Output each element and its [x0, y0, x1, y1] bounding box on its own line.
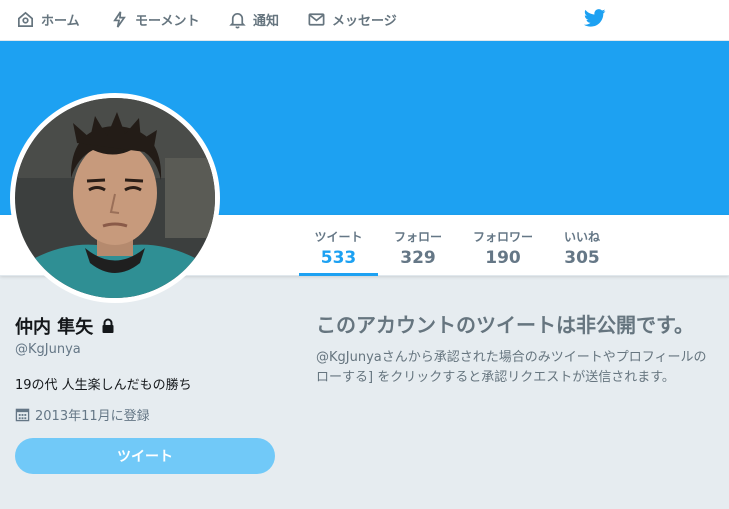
nav-home[interactable]: ホーム [16, 0, 80, 38]
stat-likes[interactable]: いいね 305 [552, 215, 612, 276]
profile-joined: 2013年11月に登録 [15, 405, 150, 424]
avatar-photo [15, 98, 215, 298]
home-icon [17, 11, 34, 27]
stat-tweets-value: 533 [320, 248, 357, 268]
stat-likes-value: 305 [564, 248, 600, 268]
lock-icon [102, 318, 114, 333]
twitter-bird-icon[interactable] [584, 9, 606, 27]
stat-tweets-label: ツイート [314, 230, 363, 244]
envelope-icon [308, 12, 325, 26]
stat-likes-label: いいね [563, 230, 600, 244]
protected-title: このアカウントのツイートは非公開です。 [316, 313, 694, 337]
top-navigation: ホーム モーメント 通知 メッセージ [0, 0, 729, 41]
stat-tweets[interactable]: ツイート 533 [299, 215, 378, 276]
profile-name-text: 仲内 隼矢 [15, 317, 94, 338]
calendar-icon [15, 408, 30, 422]
bell-icon [229, 12, 246, 28]
nav-messages-label: メッセージ [332, 13, 397, 29]
stat-followers-label: フォロワー [472, 230, 533, 244]
lightning-icon [113, 10, 126, 28]
protected-message-line-2: ローする] をクリックすると承認リクエストが送信されます。 [316, 370, 675, 385]
profile-handle[interactable]: @KgJunya [15, 342, 81, 357]
stat-following-value: 329 [400, 248, 436, 268]
profile-bio: 19の代 人生楽しんだもの勝ち [15, 378, 192, 393]
stat-followers[interactable]: フォロワー 190 [464, 215, 542, 276]
nav-notifications-label: 通知 [253, 13, 280, 29]
profile-name: 仲内 隼矢 [15, 313, 116, 339]
protected-message-line-1: @KgJunyaさんから承認された場合のみツイートやプロフィールの [316, 350, 707, 365]
nav-moments-label: モーメント [135, 13, 200, 29]
avatar[interactable] [10, 93, 220, 303]
nav-messages[interactable]: メッセージ [307, 0, 397, 38]
protected-message: @KgJunyaさんから承認された場合のみツイートやプロフィールの ローする] … [316, 348, 729, 388]
stat-following[interactable]: フォロー 329 [386, 215, 450, 276]
nav-home-label: ホーム [41, 13, 80, 29]
avatar-portrait [15, 98, 215, 298]
nav-notifications[interactable]: 通知 [228, 0, 279, 38]
tweet-button[interactable]: ツイート [15, 438, 275, 474]
stat-followers-value: 190 [485, 248, 521, 268]
nav-moments[interactable]: モーメント [110, 0, 199, 38]
stat-following-label: フォロー [393, 230, 442, 244]
profile-joined-text: 2013年11月に登録 [35, 409, 150, 424]
